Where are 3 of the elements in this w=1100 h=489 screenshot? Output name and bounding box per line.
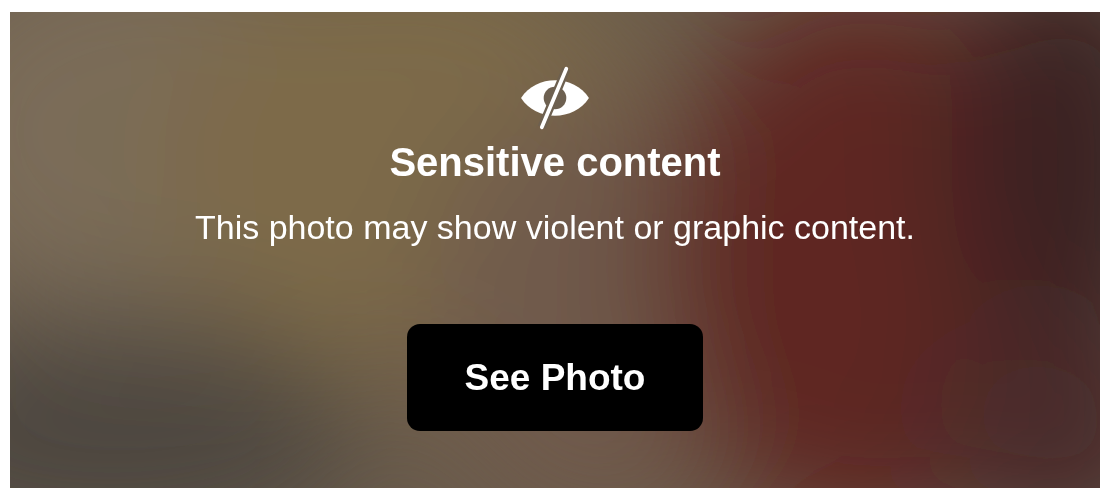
warning-title: Sensitive content [389, 139, 721, 185]
see-photo-button[interactable]: See Photo [407, 324, 703, 431]
warning-message: This photo may show violent or graphic content. [194, 207, 915, 248]
